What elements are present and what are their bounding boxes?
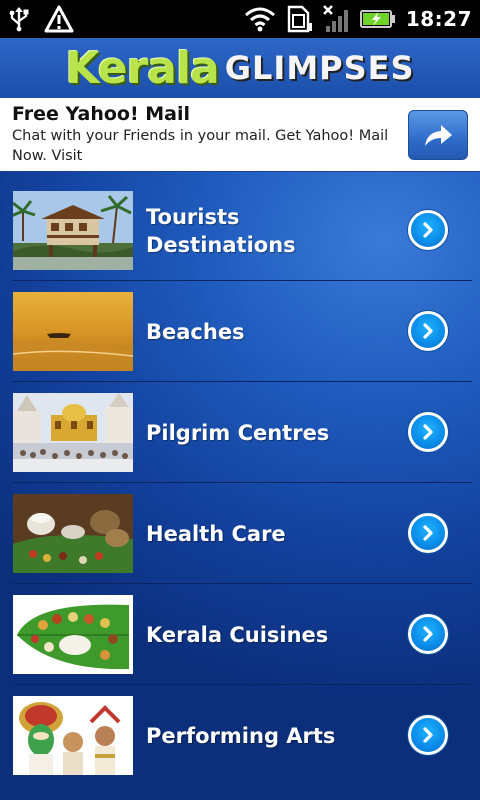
menu-item-label: Performing Arts — [146, 723, 336, 748]
kathakali-thumbnail — [13, 696, 133, 775]
houseboat-palms-thumbnail — [13, 191, 133, 270]
status-bar: 18:27 — [0, 0, 480, 38]
chevron-right-icon[interactable] — [408, 311, 448, 351]
category-list: Tourists Destinations Beaches Pilgrim Ce… — [0, 180, 480, 786]
banana-leaf-meal-thumbnail — [13, 595, 133, 674]
menu-item-tourists-destinations[interactable]: Tourists Destinations — [0, 180, 480, 281]
ad-open-button[interactable] — [408, 110, 468, 160]
chevron-right-icon[interactable] — [408, 412, 448, 452]
menu-item-label: Beaches — [146, 319, 245, 344]
menu-item-label: Tourists Destinations — [146, 204, 296, 257]
chevron-right-icon[interactable] — [408, 614, 448, 654]
sim-card-icon — [286, 5, 312, 33]
app-logo-kerala: Kerala — [65, 42, 219, 94]
battery-charging-icon — [359, 9, 396, 29]
clock: 18:27 — [405, 7, 472, 31]
warning-icon — [44, 5, 74, 33]
chevron-right-icon[interactable] — [408, 210, 448, 250]
usb-icon — [8, 6, 30, 32]
wifi-icon — [244, 6, 276, 32]
no-signal-icon — [322, 4, 350, 34]
chevron-right-icon[interactable] — [408, 513, 448, 553]
ad-banner[interactable]: Free Yahoo! Mail Chat with your Friends … — [0, 98, 480, 172]
menu-item-label: Kerala Cuisines — [146, 622, 329, 647]
beach-sunset-thumbnail — [13, 292, 133, 371]
menu-item-beaches[interactable]: Beaches — [0, 281, 480, 382]
ad-title: Free Yahoo! Mail — [12, 103, 191, 125]
menu-item-label: Pilgrim Centres — [146, 420, 330, 445]
share-arrow-icon — [421, 121, 455, 149]
menu-item-health-care[interactable]: Health Care — [0, 483, 480, 584]
ad-body: Chat with your Friends in your mail. Get… — [12, 128, 389, 164]
temple-church-thumbnail — [13, 393, 133, 472]
menu-item-pilgrim-centres[interactable]: Pilgrim Centres — [0, 382, 480, 483]
chevron-right-icon[interactable] — [408, 715, 448, 755]
app-logo-glimpses: GLIMPSES — [224, 49, 415, 87]
app-header: Kerala GLIMPSES — [0, 38, 480, 98]
menu-item-performing-arts[interactable]: Performing Arts — [0, 685, 480, 786]
menu-item-kerala-cuisines[interactable]: Kerala Cuisines — [0, 584, 480, 685]
menu-item-label: Health Care — [146, 521, 286, 546]
ayurveda-thumbnail — [13, 494, 133, 573]
